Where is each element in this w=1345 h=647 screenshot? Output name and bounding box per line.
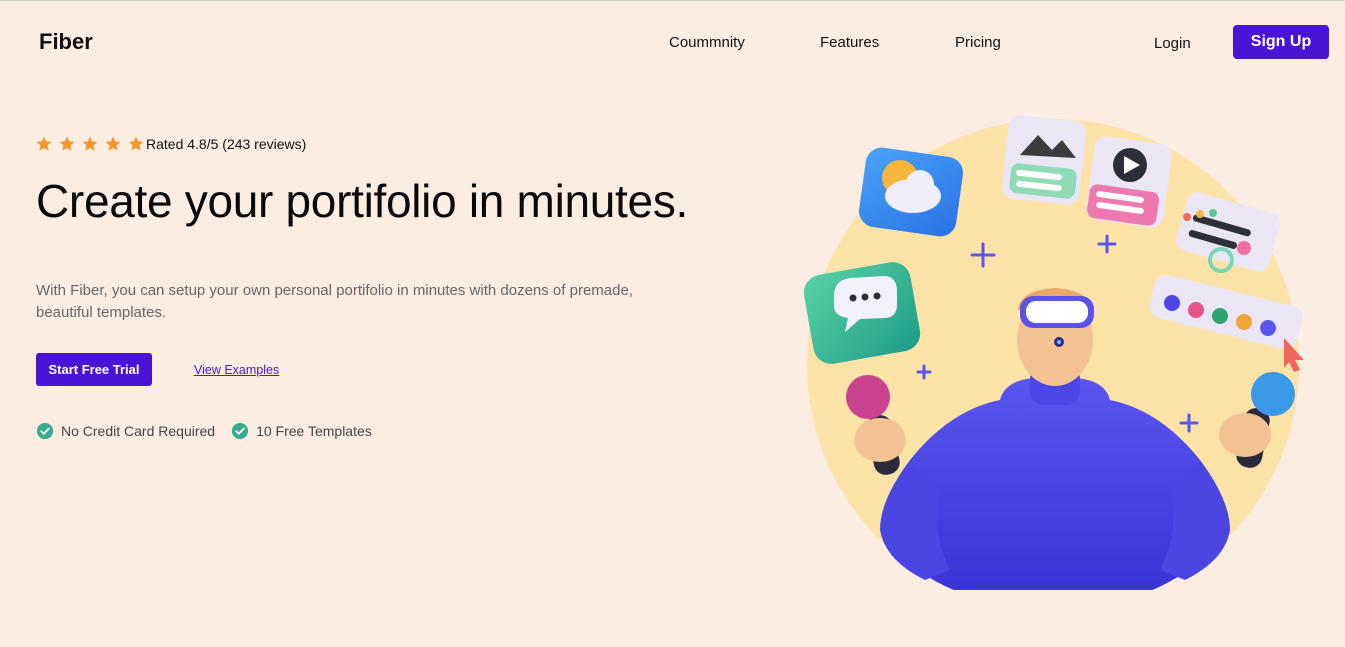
star-icon (82, 136, 98, 151)
perk-label: 10 Free Templates (256, 423, 372, 439)
hero-headline: Create your portifolio in minutes. (36, 175, 688, 227)
star-rating (35, 135, 145, 153)
hero-description: With Fiber, you can setup your own perso… (36, 282, 633, 321)
image-card-icon (1002, 115, 1086, 205)
perk-item: No Credit Card Required (36, 422, 215, 440)
brand-logo[interactable]: Fiber (39, 29, 93, 55)
star-icon (128, 136, 144, 151)
start-free-trial-button[interactable]: Start Free Trial (36, 353, 152, 386)
star-icon (105, 136, 121, 151)
login-link[interactable]: Login (1154, 35, 1191, 52)
view-examples-link[interactable]: View Examples (194, 363, 279, 377)
nav-item-pricing[interactable]: Pricing (955, 34, 1001, 51)
chat-card-icon (803, 262, 921, 364)
video-card-icon (1086, 136, 1172, 228)
weather-card-icon (858, 147, 964, 237)
rating-row: Rated 4.8/5 (243 reviews) (35, 135, 306, 153)
star-icon (36, 136, 52, 151)
check-circle-icon (231, 422, 249, 440)
signup-button[interactable]: Sign Up (1233, 25, 1329, 59)
nav-item-features[interactable]: Features (820, 34, 879, 51)
star-icon (59, 136, 75, 151)
perks-list: No Credit Card Required 10 Free Template… (36, 422, 388, 440)
nav-item-community[interactable]: Coummnity (669, 34, 745, 51)
perk-item: 10 Free Templates (231, 422, 372, 440)
rating-text: Rated 4.8/5 (243 reviews) (146, 136, 307, 152)
top-border (0, 0, 1345, 1)
perk-label: No Credit Card Required (61, 423, 216, 439)
hero-illustration (803, 115, 1304, 590)
check-circle-icon (36, 422, 54, 440)
